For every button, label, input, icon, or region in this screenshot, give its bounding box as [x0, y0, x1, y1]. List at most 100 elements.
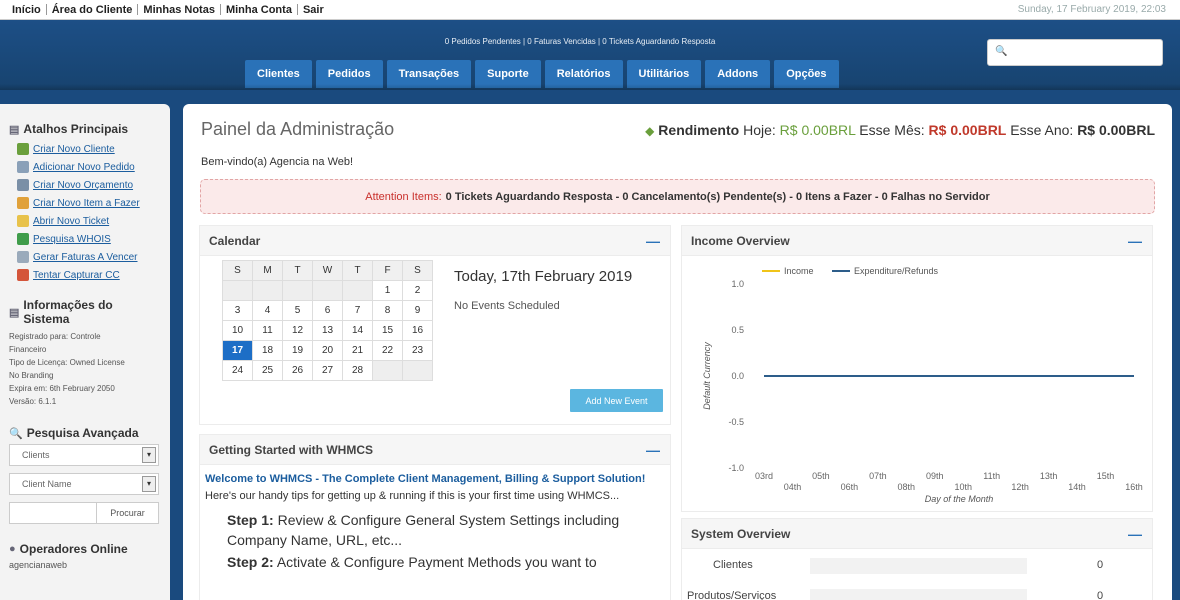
current-datetime: Sunday, 17 February 2019, 22:03 [1017, 4, 1166, 15]
calendar-day[interactable]: 4 [252, 300, 283, 321]
y-tick-label: -1.0 [728, 463, 744, 473]
chevron-down-icon[interactable]: ▾ [142, 476, 156, 492]
attention-item-server-failures[interactable]: 0 Falhas no Servidor [882, 191, 990, 203]
calendar-day[interactable]: 13 [312, 320, 343, 341]
calendar-day[interactable]: 2 [402, 280, 433, 301]
system-row-label: Clientes [713, 559, 753, 571]
attention-item-cancellations[interactable]: 0 Cancelamento(s) Pendente(s) [622, 191, 786, 203]
globe-icon [17, 233, 29, 245]
calendar-day[interactable]: 19 [282, 340, 313, 361]
calendar-day[interactable]: 20 [312, 340, 343, 361]
calendar-day[interactable]: 18 [252, 340, 283, 361]
minimize-icon[interactable]: — [646, 233, 660, 249]
calendar-day[interactable]: 5 [282, 300, 313, 321]
operators-title: Operadores Online [19, 542, 128, 556]
operators-online-list: agencianaweb [9, 560, 68, 570]
calendar-day[interactable]: 9 [402, 300, 433, 321]
shortcut-link[interactable]: Adicionar Novo Pedido [33, 162, 135, 173]
topnav-link-inicio[interactable]: Início [12, 4, 41, 16]
topnav-link-minha-conta[interactable]: Minha Conta [226, 4, 292, 16]
header-search-box[interactable]: 🔍 [987, 39, 1163, 66]
calendar-day-today[interactable]: 17 [222, 340, 253, 361]
getting-started-intro: Here's our handy tips for getting up & r… [205, 490, 620, 502]
header-notices[interactable]: 0 Pedidos Pendentes | 0 Faturas Vencidas… [0, 37, 1160, 46]
shortcut-link[interactable]: Tentar Capturar CC [33, 270, 120, 281]
calendar-day[interactable]: 16 [402, 320, 433, 341]
calendar-day[interactable]: 3 [222, 300, 253, 321]
invoice-icon [17, 251, 29, 263]
system-overview-row: Clientes 0 [682, 556, 1152, 576]
calendar-day[interactable]: 28 [342, 360, 373, 381]
minimize-icon[interactable]: — [646, 442, 660, 458]
calendar-weekday: F [372, 260, 403, 281]
advsearch-submit-button[interactable]: Procurar [97, 502, 159, 524]
x-tick-label: 14th [1068, 482, 1086, 492]
shortcut-item[interactable]: Criar Novo Item a Fazer [9, 194, 162, 212]
shortcut-link[interactable]: Criar Novo Orçamento [33, 180, 133, 191]
advsearch-type-select[interactable]: Clients ▾ [9, 444, 159, 466]
x-axis-label: Day of the Month [925, 494, 994, 504]
shortcut-item[interactable]: Criar Novo Cliente [9, 140, 162, 158]
revenue-year-label: Esse Ano: [1010, 122, 1074, 138]
advsearch-field-select[interactable]: Client Name ▾ [9, 473, 159, 495]
minimize-icon[interactable]: — [1128, 526, 1142, 542]
calendar-day[interactable]: 22 [372, 340, 403, 361]
shortcut-item[interactable]: Pesquisa WHOIS [9, 230, 162, 248]
topnav-link-minhas-notas[interactable]: Minhas Notas [143, 4, 215, 16]
shortcut-item[interactable]: Adicionar Novo Pedido [9, 158, 162, 176]
header-search-input[interactable] [1008, 43, 1158, 63]
sysinfo-line: Expira em: 6th February 2050 [9, 384, 115, 393]
advsearch-field-value: Client Name [22, 479, 72, 489]
calendar-day[interactable]: 10 [222, 320, 253, 341]
shortcuts-heading: ▤ Atalhos Principais [9, 122, 162, 136]
calendar-day[interactable]: 14 [342, 320, 373, 341]
shortcut-item[interactable]: Tentar Capturar CC [9, 266, 162, 284]
calendar-day[interactable]: 1 [372, 280, 403, 301]
money-icon: ◆ [645, 124, 655, 138]
calendar-day[interactable]: 7 [342, 300, 373, 321]
user-icon: ● [9, 543, 16, 555]
topnav-link-area-cliente[interactable]: Área do Cliente [52, 4, 133, 16]
shortcut-link[interactable]: Abrir Novo Ticket [33, 216, 109, 227]
getting-started-body: Welcome to WHMCS - The Complete Client M… [200, 465, 670, 572]
x-tick-label: 06th [841, 482, 859, 492]
shortcut-link[interactable]: Pesquisa WHOIS [33, 234, 111, 245]
shortcuts-list: Criar Novo Cliente Adicionar Novo Pedido C… [9, 140, 162, 284]
shortcut-item[interactable]: Abrir Novo Ticket [9, 212, 162, 230]
calendar-day[interactable]: 8 [372, 300, 403, 321]
calendar-day[interactable]: 12 [282, 320, 313, 341]
attention-item-todos[interactable]: 0 Itens a Fazer [796, 191, 872, 203]
minimize-icon[interactable]: — [1128, 233, 1142, 249]
x-tick-label: 11th [983, 471, 1000, 481]
calendar-panel: Calendar — S M T W T F S 1 2 3 4 5 6 7 8 9 10 11 12 13 14 15 1… [199, 225, 671, 425]
chevron-down-icon[interactable]: ▾ [142, 447, 156, 463]
calendar-events-status: No Events Scheduled [454, 300, 560, 312]
advsearch-query-row: Procurar [9, 502, 159, 524]
calendar-day[interactable]: 25 [252, 360, 283, 381]
topnav-link-sair[interactable]: Sair [303, 4, 324, 16]
attention-item-tickets[interactable]: 0 Tickets Aguardando Resposta [446, 191, 613, 203]
calendar-day[interactable]: 21 [342, 340, 373, 361]
calendar-day[interactable]: 6 [312, 300, 343, 321]
add-event-button[interactable]: Add New Event [570, 389, 663, 412]
sysinfo-line: No Branding [9, 371, 54, 380]
advsearch-query-input[interactable] [9, 502, 97, 524]
calendar-day[interactable]: 15 [372, 320, 403, 341]
revenue-summary: ◆ Rendimento Hoje: R$ 0.00BRL Esse Mês: … [645, 122, 1155, 138]
shortcut-item[interactable]: Gerar Faturas A Vencer [9, 248, 162, 266]
shortcut-link[interactable]: Criar Novo Cliente [33, 144, 115, 155]
revenue-today-label: Hoje: [743, 122, 776, 138]
sysinfo-line: Tipo de Licença: Owned License [9, 358, 125, 367]
shortcut-link[interactable]: Criar Novo Item a Fazer [33, 198, 140, 209]
calendar-day[interactable]: 24 [222, 360, 253, 381]
y-tick-label: 0.0 [731, 371, 744, 381]
x-tick-label: 15th [1097, 471, 1115, 481]
calendar-day[interactable]: 11 [252, 320, 283, 341]
getting-started-panel: Getting Started with WHMCS — Welcome to … [199, 434, 671, 600]
calendar-day[interactable]: 27 [312, 360, 343, 381]
calendar-day[interactable]: 26 [282, 360, 313, 381]
income-overview-header: Income Overview — [682, 226, 1152, 256]
shortcut-item[interactable]: Criar Novo Orçamento [9, 176, 162, 194]
shortcut-link[interactable]: Gerar Faturas A Vencer [33, 252, 138, 263]
calendar-day[interactable]: 23 [402, 340, 433, 361]
